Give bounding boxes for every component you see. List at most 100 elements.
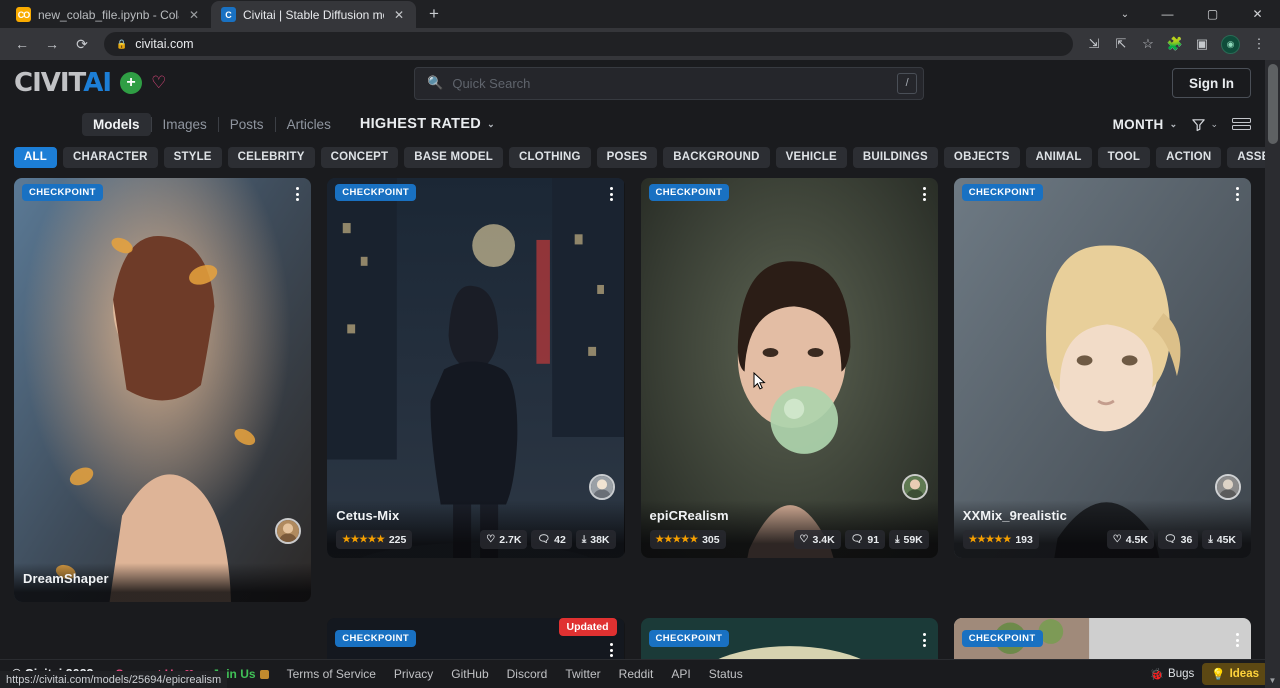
model-type-badge: CHECKPOINT [649,630,730,647]
comments-pill: 🗨91 [845,530,885,549]
model-card[interactable]: CHECKPOINT XXMix_9realistic ★★★★★ 193 [954,178,1251,558]
page-scrollbar[interactable]: ▲ ▼ [1265,60,1280,688]
star-icons: ★★★★★ [342,534,385,545]
back-button[interactable]: ← [8,30,36,58]
card-menu-kebab-icon[interactable] [293,184,302,204]
ideas-button[interactable]: 💡 Ideas [1202,663,1268,685]
chip-assets[interactable]: ASSETS ❯ [1227,147,1265,168]
chip-concept[interactable]: CONCEPT [321,147,399,168]
extensions-puzzle-icon[interactable]: 🧩 [1162,31,1188,57]
footer-link-terms[interactable]: Terms of Service [287,667,376,681]
reload-button[interactable]: ⟳ [68,30,96,58]
model-card[interactable]: CHECKPOINT epiCRealism ★★★★★ 305 [641,178,938,558]
chip-poses[interactable]: POSES [597,147,658,168]
page-content: CIVITAI + ♡ 🔍 Quick Search / Sign In [0,60,1265,688]
status-bar-url-preview: https://civitai.com/models/25694/epicrea… [0,671,227,688]
site-logo[interactable]: CIVITAI + ♡ [14,68,166,98]
filter-button[interactable]: ⌄ [1191,117,1218,132]
model-card[interactable]: CHECKPOINT DreamShaper [14,178,311,602]
tab-images[interactable]: Images [152,113,218,136]
chip-vehicle[interactable]: VEHICLE [776,147,847,168]
card-footer: DreamShaper [14,563,311,602]
footer-link-github[interactable]: GitHub [451,667,488,681]
card-menu-kebab-icon[interactable] [1233,184,1242,204]
maximize-button[interactable]: ▢ [1190,0,1235,28]
chevron-down-icon: ⌄ [1170,119,1178,130]
chip-all[interactable]: ALL [14,147,57,168]
chip-objects[interactable]: OBJECTS [944,147,1020,168]
create-plus-icon[interactable]: + [120,72,142,94]
footer-link-discord[interactable]: Discord [507,667,548,681]
profile-avatar[interactable]: ◉ [1221,35,1240,54]
downloads-pill: ⤓59K [889,530,929,549]
avatar-image [591,476,613,498]
quick-search-input[interactable]: 🔍 Quick Search / [414,67,924,100]
chip-buildings[interactable]: BUILDINGS [853,147,938,168]
footer-link-status[interactable]: Status [709,667,743,681]
footer-link-privacy[interactable]: Privacy [394,667,433,681]
card-menu-kebab-icon[interactable] [920,630,929,650]
heart-icon[interactable]: ♡ [151,73,166,93]
browser-window: CO new_colab_file.ipynb - Colaborat ✕ C … [0,0,1280,688]
period-dropdown[interactable]: MONTH ⌄ [1113,117,1178,132]
likes-pill: ♡4.5K [1107,530,1154,549]
downloads-pill: ⤓38K [576,530,616,549]
bookmark-star-icon[interactable]: ☆ [1135,31,1161,57]
card-menu-kebab-icon[interactable] [607,640,616,660]
site-header: CIVITAI + ♡ 🔍 Quick Search / Sign In [0,60,1265,106]
forward-button[interactable]: → [38,30,66,58]
chip-character[interactable]: CHARACTER [63,147,158,168]
chip-clothing[interactable]: CLOTHING [509,147,591,168]
sort-dropdown[interactable]: HIGHEST RATED ⌄ [360,116,495,132]
rating-count: 305 [702,534,720,546]
side-panel-icon[interactable]: ▣ [1189,31,1215,57]
close-window-button[interactable]: ✕ [1235,0,1280,28]
card-menu-kebab-icon[interactable] [920,184,929,204]
creator-avatar[interactable] [902,474,928,500]
chip-base-model[interactable]: BASE MODEL [404,147,503,168]
chip-tool[interactable]: TOOL [1098,147,1151,168]
category-chip-row[interactable]: ALL CHARACTER STYLE CELEBRITY CONCEPT BA… [0,142,1265,172]
creator-avatar[interactable] [589,474,615,500]
footer-link-twitter[interactable]: Twitter [565,667,600,681]
comments-pill: 🗨36 [1158,530,1198,549]
menu-kebab-icon[interactable]: ⋮ [1246,31,1272,57]
close-icon[interactable]: ✕ [186,7,202,23]
scrollbar-thumb[interactable] [1268,64,1278,144]
scroll-down-arrow-icon[interactable]: ▼ [1265,673,1280,688]
chip-action[interactable]: ACTION [1156,147,1221,168]
star-icons: ★★★★★ [656,534,699,545]
sort-value: HIGHEST RATED [360,116,481,132]
tab-posts[interactable]: Posts [219,113,275,136]
browser-tab-civitai[interactable]: C Civitai | Stable Diffusion models, ✕ [211,1,416,28]
chip-animal[interactable]: ANIMAL [1026,147,1092,168]
minimize-button[interactable]: — [1145,0,1190,28]
new-tab-button[interactable]: + [420,0,448,28]
window-controls: ⌄ — ▢ ✕ [1105,0,1280,28]
creator-avatar[interactable] [1215,474,1241,500]
tab-articles[interactable]: Articles [276,113,342,136]
card-menu-kebab-icon[interactable] [1233,630,1242,650]
civitai-icon: C [221,7,236,22]
chevron-down-icon[interactable]: ⌄ [1105,0,1145,28]
address-bar[interactable]: 🔒 civitai.com [104,32,1073,56]
colab-icon: CO [16,7,31,22]
logo-text: CIVITAI [14,68,111,98]
chip-background[interactable]: BACKGROUND [663,147,769,168]
card-menu-kebab-icon[interactable] [607,184,616,204]
bugs-button[interactable]: 🐞 Bugs [1150,667,1195,681]
sign-in-button[interactable]: Sign In [1172,68,1251,98]
rating-count: 225 [389,534,407,546]
close-icon[interactable]: ✕ [391,7,407,23]
model-card[interactable]: CHECKPOINT Cetus-Mix ★★★★★ 225 [327,178,624,558]
tab-models[interactable]: Models [82,113,151,136]
install-icon[interactable]: ⇲ [1081,31,1107,57]
browser-tab-colab[interactable]: CO new_colab_file.ipynb - Colaborat ✕ [6,1,211,28]
footer-link-api[interactable]: API [671,667,690,681]
chip-style[interactable]: STYLE [164,147,222,168]
layout-rows-icon[interactable] [1232,118,1251,131]
chip-celebrity[interactable]: CELEBRITY [228,147,315,168]
footer-link-reddit[interactable]: Reddit [619,667,654,681]
download-icon: ⤓ [1208,534,1212,545]
share-icon[interactable]: ⇱ [1108,31,1134,57]
